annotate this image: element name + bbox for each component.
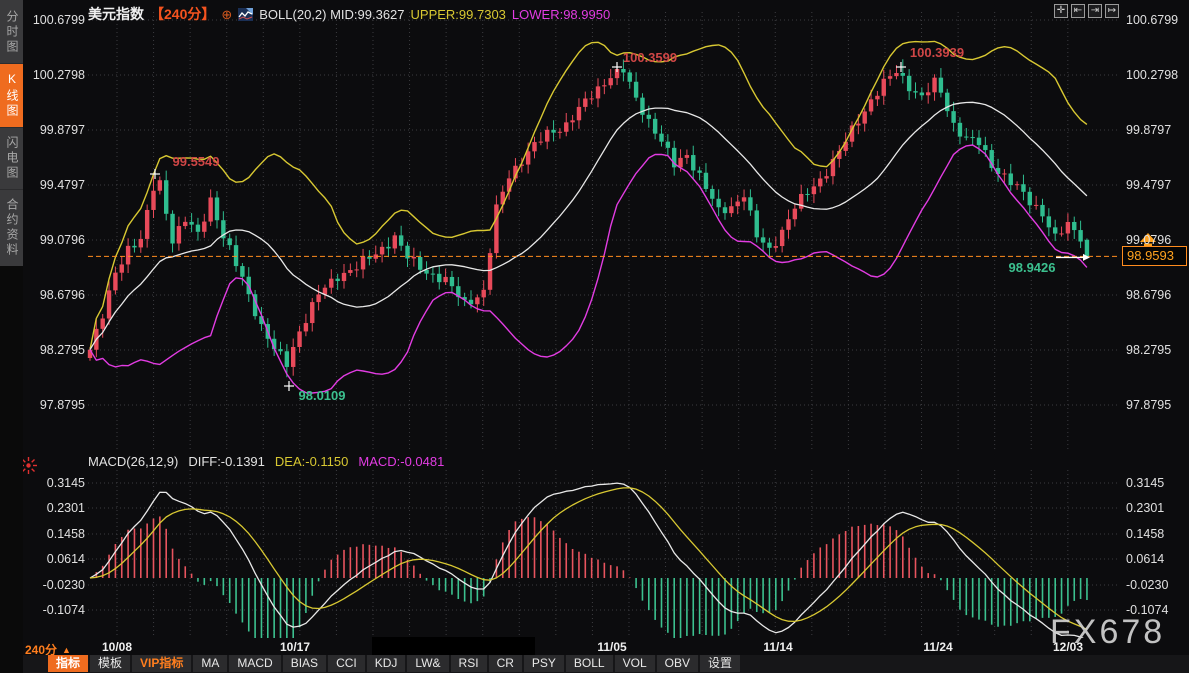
bollinger-bands — [90, 41, 1087, 393]
svg-text:-0.1074: -0.1074 — [43, 603, 85, 617]
toolbar-indicators-button[interactable]: 指标 — [48, 655, 88, 672]
symbol-title: 美元指数 — [88, 4, 144, 24]
toolbar-kdj-button[interactable]: KDJ — [367, 655, 406, 672]
toolbar-cci-button[interactable]: CCI — [328, 655, 365, 672]
toolbar-ma-button[interactable]: MA — [193, 655, 227, 672]
sidebar-strip: 分时图 K线图 闪电图 合约资料 — [0, 0, 23, 266]
svg-text:99.0796: 99.0796 — [40, 233, 85, 247]
svg-text:97.8795: 97.8795 — [1126, 398, 1171, 412]
svg-text:0.2301: 0.2301 — [47, 501, 85, 515]
macd-params-label: MACD(26,12,9) — [88, 454, 178, 469]
svg-text:98.0109: 98.0109 — [299, 388, 346, 403]
toolbar-template-button[interactable]: 模板 — [90, 655, 130, 672]
x-axis-labels: 10/0810/1711/0511/1411/2412/03 — [102, 640, 1083, 654]
pan-right-icon[interactable]: ⇥ — [1088, 4, 1102, 18]
svg-text:0.2301: 0.2301 — [1126, 501, 1164, 515]
watermark: FX678 — [1050, 613, 1165, 652]
svg-text:100.6799: 100.6799 — [33, 13, 85, 27]
svg-text:99.4797: 99.4797 — [1126, 178, 1171, 192]
svg-text:100.2798: 100.2798 — [33, 68, 85, 82]
toolbar-macd-button[interactable]: MACD — [229, 655, 280, 672]
toolbar-psy-button[interactable]: PSY — [524, 655, 564, 672]
period-tag-arrow-icon: ▲ — [62, 645, 71, 655]
chart-canvas[interactable]: 100.6799 100.6799 100.2798 100.2798 99.8797 9… — [0, 0, 1189, 673]
svg-text:98.2795: 98.2795 — [40, 343, 85, 357]
pan-left-icon[interactable]: ⇤ — [1071, 4, 1085, 18]
toolbar-cr-button[interactable]: CR — [489, 655, 522, 672]
svg-text:11/14: 11/14 — [763, 640, 793, 654]
y-axis-labels: 100.6799 100.6799 100.2798 100.2798 99.8797 9… — [33, 13, 1178, 617]
svg-text:99.8797: 99.8797 — [40, 123, 85, 137]
svg-text:99.0796: 99.0796 — [1126, 233, 1171, 247]
chart-application: 100.6799 100.6799 100.2798 100.2798 99.8797 9… — [0, 0, 1189, 673]
toolbar-lw-button[interactable]: LW& — [407, 655, 448, 672]
blacked-out-region — [372, 637, 535, 655]
macd-header: MACD(26,12,9) DIFF:-0.1391 DEA:-0.1150 M… — [88, 454, 444, 469]
indicator-toolbar: 指标 模板 VIP指标 MA MACD BIAS CCI KDJ LW& RSI… — [23, 655, 1189, 673]
boll-mid-value: BOLL(20,2) MID:99.3627 — [259, 7, 404, 22]
svg-text:0.0614: 0.0614 — [1126, 552, 1164, 566]
mini-chart-icon[interactable] — [238, 8, 253, 21]
view-controls: ✛ ⇤ ⇥ ↦ — [1054, 4, 1119, 18]
svg-text:0.1458: 0.1458 — [1126, 527, 1164, 541]
boll-upper-value: UPPER:99.7303 — [411, 7, 506, 22]
toolbar-settings-button[interactable]: 设置 — [700, 655, 740, 672]
macd-diff-value: DIFF:-0.1391 — [188, 454, 265, 469]
svg-text:99.4797: 99.4797 — [40, 178, 85, 192]
svg-text:98.6796: 98.6796 — [1126, 288, 1171, 302]
svg-text:11/05: 11/05 — [597, 640, 627, 654]
svg-text:100.3939: 100.3939 — [910, 45, 964, 60]
toolbar-obv-button[interactable]: OBV — [657, 655, 698, 672]
svg-text:0.3145: 0.3145 — [47, 476, 85, 490]
sidebar-item-contract-info[interactable]: 合约资料 — [0, 190, 23, 266]
boll-lower-value: LOWER:98.9950 — [512, 7, 610, 22]
svg-text:0.1458: 0.1458 — [47, 527, 85, 541]
toolbar-vip-button[interactable]: VIP指标 — [132, 655, 191, 672]
period-label: 【240分】 — [150, 4, 215, 24]
svg-text:99.8797: 99.8797 — [1126, 123, 1171, 137]
candles-layer — [88, 59, 1089, 377]
reset-view-icon[interactable]: ✛ — [1054, 4, 1068, 18]
toolbar-boll-button[interactable]: BOLL — [566, 655, 613, 672]
svg-text:99.5549: 99.5549 — [173, 154, 220, 169]
price-annotations: 99.5549 98.0109 100.3599 100.3939 98.9426 — [150, 45, 1056, 403]
svg-text:10/08: 10/08 — [102, 640, 132, 654]
toolbar-rsi-button[interactable]: RSI — [451, 655, 487, 672]
svg-text:11/24: 11/24 — [923, 640, 953, 654]
sidebar-item-kline-chart[interactable]: K线图 — [0, 64, 23, 128]
sidebar-item-time-chart[interactable]: 分时图 — [0, 2, 23, 64]
macd-dea-value: DEA:-0.1150 — [275, 454, 348, 469]
chart-type-sidebar: 分时图 K线图 闪电图 合约资料 — [0, 0, 23, 673]
toolbar-vol-button[interactable]: VOL — [615, 655, 655, 672]
sidebar-item-flash-chart[interactable]: 闪电图 — [0, 128, 23, 190]
svg-text:98.9426: 98.9426 — [1009, 260, 1056, 275]
svg-text:100.6799: 100.6799 — [1126, 13, 1178, 27]
toolbar-bias-button[interactable]: BIAS — [283, 655, 326, 672]
chart-header: 美元指数 【240分】 ⊕ BOLL(20,2) MID:99.3627 UPP… — [88, 4, 610, 24]
svg-text:-0.0230: -0.0230 — [43, 578, 85, 592]
svg-text:100.3599: 100.3599 — [623, 50, 677, 65]
svg-text:10/17: 10/17 — [280, 640, 310, 654]
svg-text:98.6796: 98.6796 — [40, 288, 85, 302]
current-price-badge: 98.9593 — [1122, 246, 1187, 266]
svg-text:97.8795: 97.8795 — [40, 398, 85, 412]
macd-lines — [90, 483, 1087, 640]
svg-text:-0.0230: -0.0230 — [1126, 578, 1168, 592]
svg-text:98.2795: 98.2795 — [1126, 343, 1171, 357]
target-icon[interactable]: ⊕ — [221, 8, 232, 21]
macd-macd-value: MACD:-0.0481 — [358, 454, 444, 469]
svg-text:0.3145: 0.3145 — [1126, 476, 1164, 490]
pan-end-icon[interactable]: ↦ — [1105, 4, 1119, 18]
grid-lines — [88, 12, 1120, 635]
svg-text:100.2798: 100.2798 — [1126, 68, 1178, 82]
svg-text:0.0614: 0.0614 — [47, 552, 85, 566]
